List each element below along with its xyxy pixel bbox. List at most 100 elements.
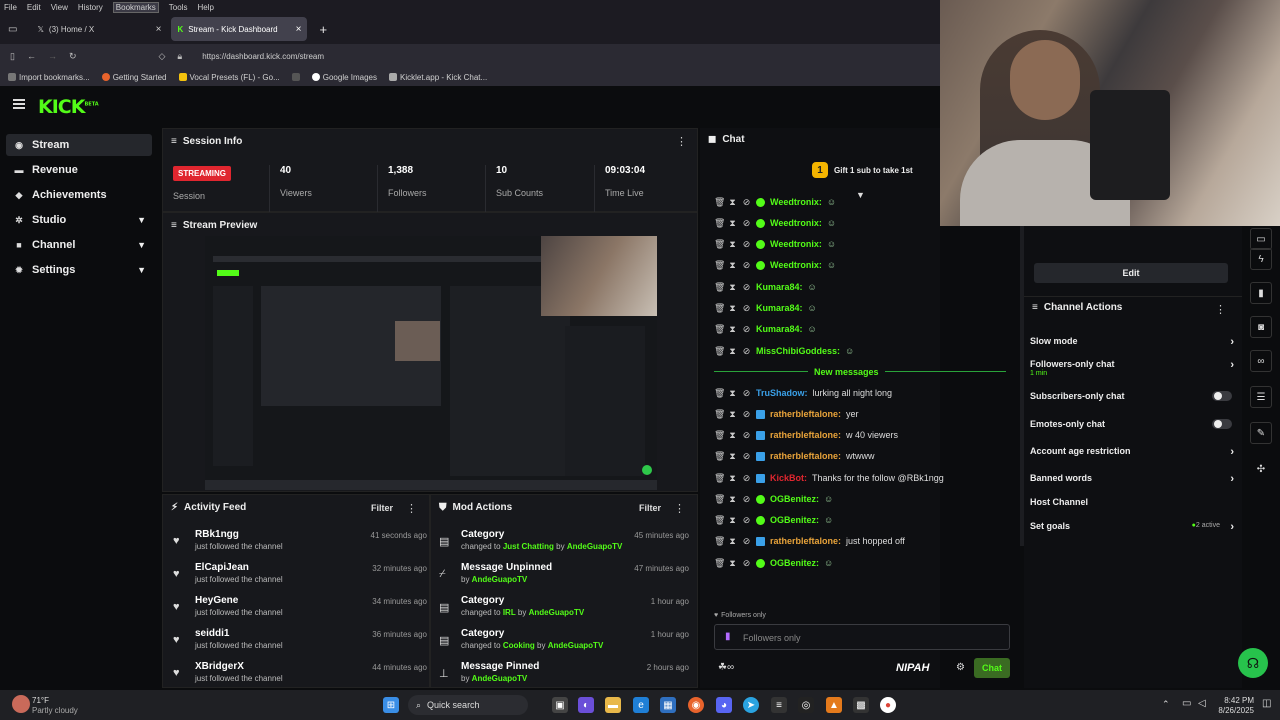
timeout-icon[interactable]: ⧗ bbox=[728, 451, 737, 462]
timeout-icon[interactable]: ⧗ bbox=[728, 473, 737, 484]
filter-button[interactable]: Filter bbox=[639, 503, 661, 513]
ban-icon[interactable]: ⊘ bbox=[742, 536, 751, 547]
list-icon[interactable]: ☰ bbox=[1250, 386, 1272, 408]
chat-username[interactable]: Weedtronix: bbox=[770, 239, 822, 249]
chat-username[interactable]: Weedtronix: bbox=[770, 197, 822, 207]
delete-icon[interactable]: 🗑︎ bbox=[714, 409, 725, 420]
gift-sub-banner[interactable]: 1 Gift 1 sub to take 1st bbox=[812, 162, 913, 178]
kebab-menu-icon[interactable]: ⋮ bbox=[406, 502, 417, 515]
flstudio-icon[interactable]: ▲ bbox=[826, 697, 842, 713]
ban-icon[interactable]: ⊘ bbox=[742, 260, 751, 271]
delete-icon[interactable]: 🗑︎ bbox=[714, 430, 725, 441]
timeout-icon[interactable]: ⧗ bbox=[728, 430, 737, 441]
ban-icon[interactable]: ⊘ bbox=[742, 239, 751, 250]
wrench-icon[interactable]: ✎ bbox=[1250, 422, 1272, 444]
tab-x-home[interactable]: 𝕏 (3) Home / X × bbox=[31, 17, 167, 41]
followers-only-row[interactable]: Followers-only chat 1 min › bbox=[1030, 359, 1234, 377]
close-tab-icon[interactable]: × bbox=[296, 24, 302, 35]
network-icon[interactable]: ▭ bbox=[1182, 698, 1191, 709]
bookmark-getting-started[interactable]: Getting Started bbox=[101, 73, 167, 82]
delete-icon[interactable]: 🗑︎ bbox=[714, 473, 725, 484]
link-icon[interactable]: ∞ bbox=[1250, 350, 1272, 372]
clock-date[interactable]: 8/26/2025 bbox=[1212, 706, 1254, 715]
forward-icon[interactable]: → bbox=[48, 51, 57, 61]
chat-username[interactable]: Weedtronix: bbox=[770, 260, 822, 270]
kebab-menu-icon[interactable]: ⋮ bbox=[676, 135, 687, 148]
ban-icon[interactable]: ⊘ bbox=[742, 473, 751, 484]
account-age-row[interactable]: Account age restriction › bbox=[1030, 446, 1234, 464]
emotes-only-toggle[interactable] bbox=[1212, 419, 1232, 429]
mod-user[interactable]: AndeGuapoTV bbox=[472, 674, 528, 683]
chat-username[interactable]: ratherbleftalone: bbox=[770, 430, 841, 440]
delete-icon[interactable]: 🗑︎ bbox=[714, 494, 725, 505]
delete-icon[interactable]: 🗑︎ bbox=[714, 239, 725, 250]
filter-button[interactable]: Filter bbox=[371, 503, 393, 513]
delete-icon[interactable]: 🗑︎ bbox=[714, 346, 725, 357]
timeout-icon[interactable]: ⧗ bbox=[728, 515, 737, 526]
shield-icon[interactable]: ◇ bbox=[159, 51, 166, 62]
timeout-icon[interactable]: ⧗ bbox=[728, 239, 737, 250]
store-icon[interactable]: ▦ bbox=[660, 697, 676, 713]
menu-tools[interactable]: Tools bbox=[169, 3, 188, 12]
ban-icon[interactable]: ⊘ bbox=[742, 346, 751, 357]
mod-user[interactable]: AndeGuapoTV bbox=[567, 542, 623, 551]
bookmark-import[interactable]: Import bookmarks... bbox=[8, 73, 90, 82]
chat-username[interactable]: ratherbleftalone: bbox=[770, 536, 841, 546]
delete-icon[interactable]: 🗑︎ bbox=[714, 324, 725, 335]
timeout-icon[interactable]: ⧗ bbox=[728, 409, 737, 420]
timeout-icon[interactable]: ⧗ bbox=[728, 197, 737, 208]
delete-icon[interactable]: 🗑︎ bbox=[714, 218, 725, 229]
chat-username[interactable]: KickBot: bbox=[770, 473, 807, 483]
tray-chevron-icon[interactable]: ⌃ bbox=[1162, 699, 1170, 710]
follower-name[interactable]: XBridgerX bbox=[195, 661, 244, 672]
ban-icon[interactable]: ⊘ bbox=[742, 388, 751, 399]
sidebar-toggle-icon[interactable]: ▯ bbox=[10, 51, 15, 62]
emote-picker-icon[interactable]: ☘︎∞ bbox=[718, 662, 734, 673]
delete-icon[interactable]: 🗑︎ bbox=[714, 515, 725, 526]
obs-icon[interactable]: ◎ bbox=[798, 697, 814, 713]
copilot-icon[interactable]: ◐ bbox=[578, 697, 594, 713]
app-icon[interactable]: ▩ bbox=[853, 697, 869, 713]
ban-icon[interactable]: ⊘ bbox=[742, 430, 751, 441]
ban-icon[interactable]: ⊘ bbox=[742, 494, 751, 505]
sidebar-item-settings[interactable]: ✹ Settings ▼ bbox=[6, 259, 152, 281]
delete-icon[interactable]: 🗑︎ bbox=[714, 260, 725, 271]
mod-user[interactable]: AndeGuapoTV bbox=[529, 608, 585, 617]
weather-icon[interactable] bbox=[12, 695, 30, 713]
chat-username[interactable]: OGBenitez: bbox=[770, 558, 819, 568]
set-goals-row[interactable]: Set goals ●2 active › bbox=[1030, 521, 1234, 539]
discord-icon[interactable]: ◕ bbox=[716, 697, 732, 713]
delete-icon[interactable]: 🗑︎ bbox=[714, 388, 725, 399]
sidebar-item-studio[interactable]: ✲ Studio ▼ bbox=[6, 209, 152, 231]
timeout-icon[interactable]: ⧗ bbox=[728, 303, 737, 314]
timeout-icon[interactable]: ⧗ bbox=[728, 218, 737, 229]
mod-user[interactable]: AndeGuapoTV bbox=[548, 641, 604, 650]
clock-time[interactable]: 8:42 PM bbox=[1218, 696, 1254, 705]
timeout-icon[interactable]: ⧗ bbox=[728, 346, 737, 357]
pinned-toggle-icon[interactable]: ▼ bbox=[856, 190, 865, 200]
scrollbar[interactable] bbox=[1020, 226, 1024, 546]
edit-button[interactable]: Edit bbox=[1034, 263, 1228, 283]
chat-username[interactable]: TruShadow: bbox=[756, 388, 808, 398]
file-explorer-icon[interactable]: ▬ bbox=[605, 697, 621, 713]
delete-icon[interactable]: 🗑︎ bbox=[714, 558, 725, 569]
timeout-icon[interactable]: ⧗ bbox=[728, 558, 737, 569]
chat-username[interactable]: Weedtronix: bbox=[770, 218, 822, 228]
weather-temp[interactable]: 71°F bbox=[32, 696, 49, 705]
menu-file[interactable]: File bbox=[4, 3, 17, 12]
sidebar-item-achievements[interactable]: ◆ Achievements bbox=[6, 184, 152, 206]
follower-name[interactable]: ElCapiJean bbox=[195, 562, 249, 573]
start-icon[interactable]: ⊞ bbox=[383, 697, 399, 713]
new-messages-label[interactable]: New messages bbox=[808, 367, 885, 377]
bookmark-s[interactable] bbox=[291, 73, 300, 81]
ban-icon[interactable]: ⊘ bbox=[742, 218, 751, 229]
taskbar-search[interactable]: ⌕ Quick search bbox=[408, 695, 528, 715]
close-tab-icon[interactable]: × bbox=[156, 24, 162, 35]
chat-username[interactable]: MissChibiGoddess: bbox=[756, 346, 840, 356]
tab-list-icon[interactable]: ▭ bbox=[8, 24, 17, 35]
menu-view[interactable]: View bbox=[51, 3, 68, 12]
new-tab-icon[interactable]: + bbox=[319, 22, 327, 37]
ban-icon[interactable]: ⊘ bbox=[742, 558, 751, 569]
url-text[interactable]: https://dashboard.kick.com/stream bbox=[202, 52, 324, 61]
delete-icon[interactable]: 🗑︎ bbox=[714, 536, 725, 547]
